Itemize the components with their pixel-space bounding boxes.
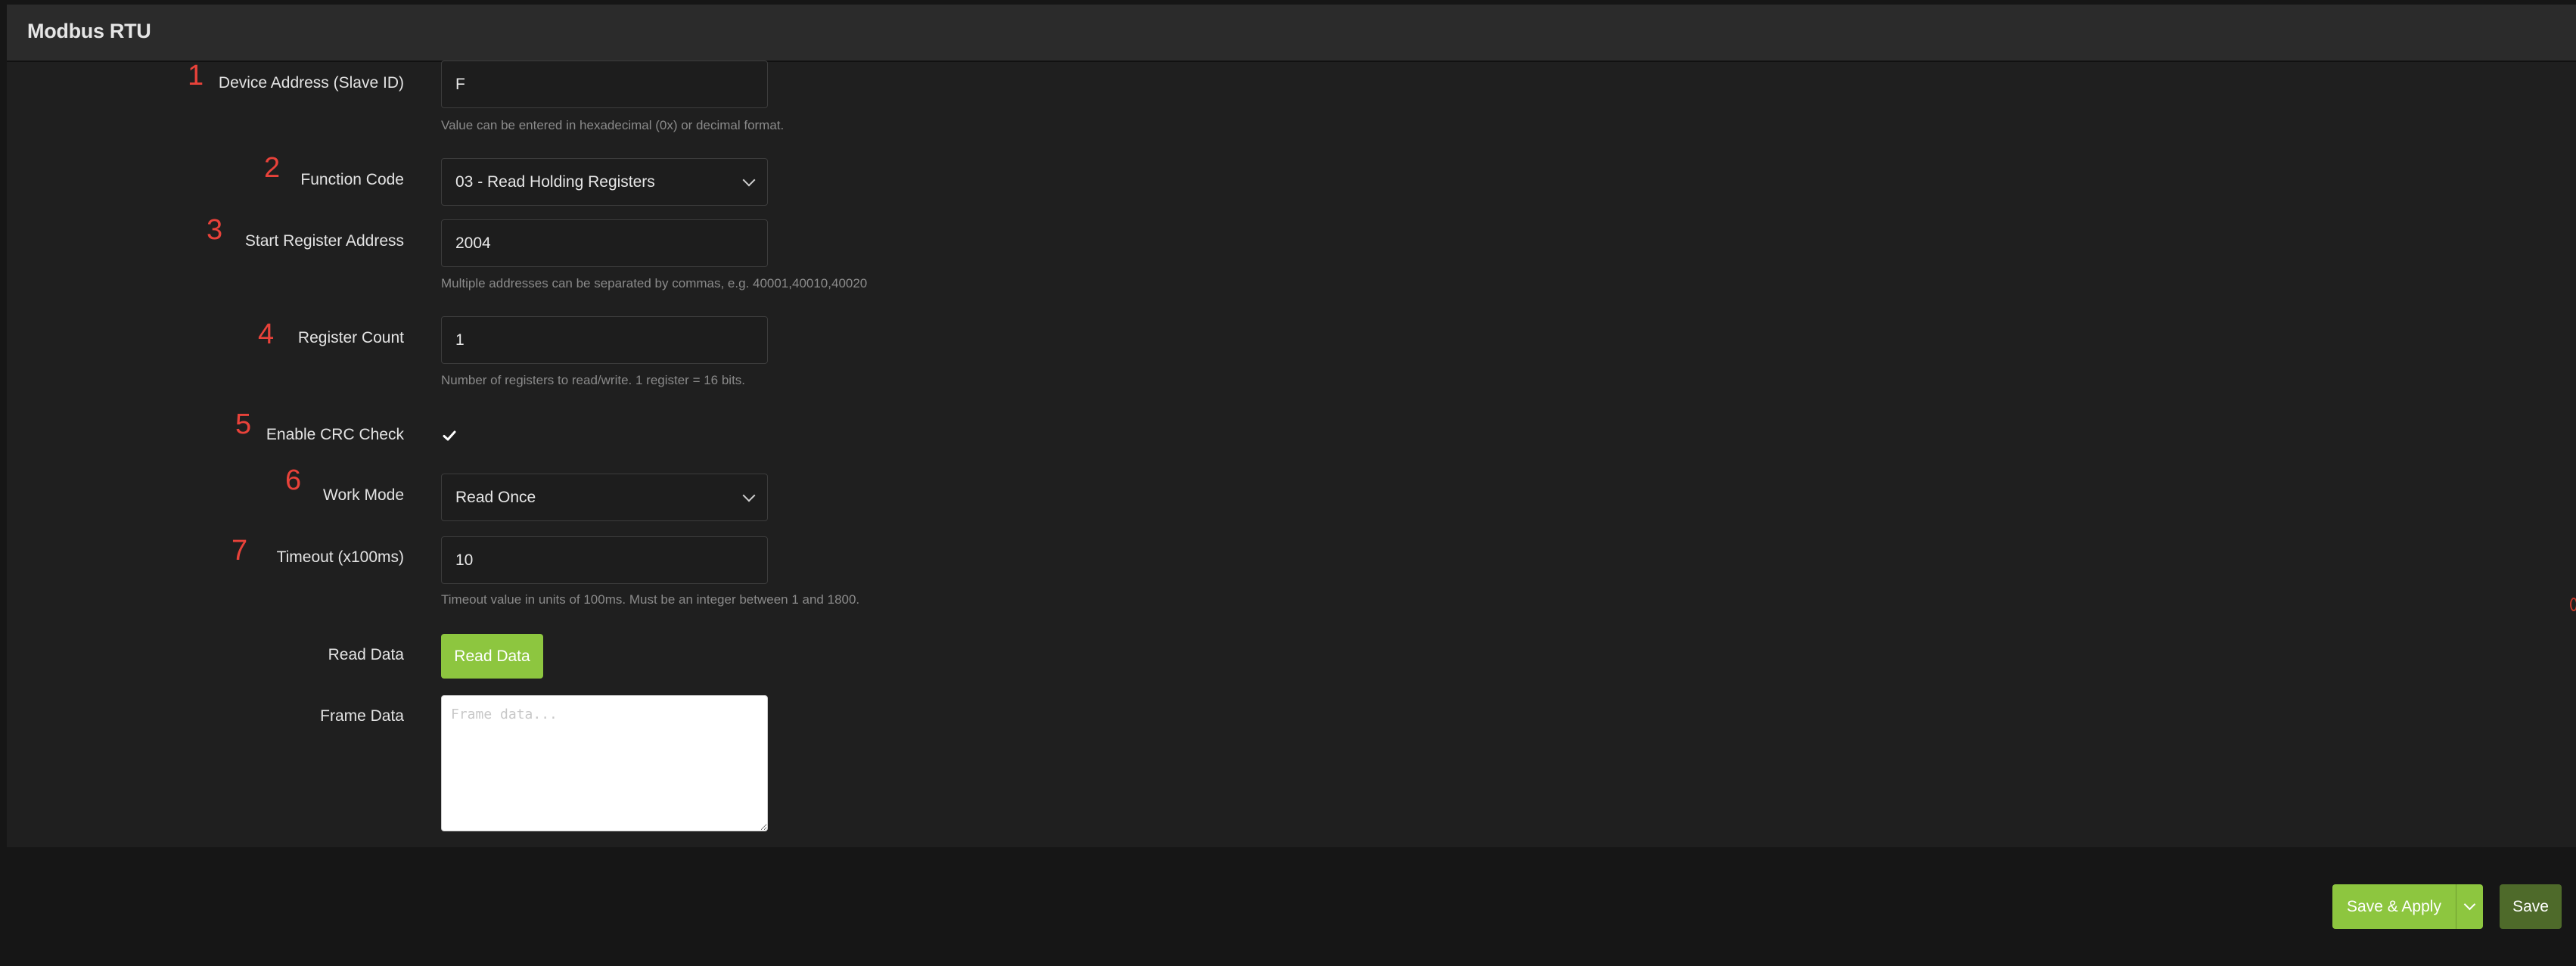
chevron-down-icon <box>2463 898 2476 911</box>
work-mode-label: Work Mode <box>323 486 404 504</box>
start-register-label: Start Register Address <box>244 232 404 250</box>
work-mode-select[interactable]: Read Once <box>441 474 768 521</box>
device-address-label: Device Address (Slave ID) <box>218 74 404 92</box>
read-data-label: Read Data <box>328 646 404 663</box>
save-button[interactable]: Save <box>2500 884 2562 929</box>
frame-data-textarea[interactable] <box>441 695 768 831</box>
panel-header: Modbus RTU <box>7 5 2576 62</box>
marker-4: 4 <box>258 318 275 350</box>
marker-7: 7 <box>231 535 248 567</box>
save-apply-dropdown[interactable] <box>2456 884 2483 929</box>
function-code-value: 03 - Read Holding Registers <box>455 173 655 191</box>
marker-5: 5 <box>235 408 252 440</box>
chevron-down-icon <box>742 173 756 187</box>
read-data-button[interactable]: Read Data <box>441 634 543 679</box>
marker-6: 6 <box>285 464 302 496</box>
register-count-hint: Number of registers to read/write. 1 reg… <box>441 373 746 387</box>
start-register-hint: Multiple addresses can be separated by c… <box>441 276 868 290</box>
crc-check-label: Enable CRC Check <box>266 426 404 443</box>
register-count-label: Register Count <box>297 329 404 346</box>
timeout-input[interactable]: 10 <box>441 536 768 584</box>
device-address-input[interactable]: F <box>441 61 768 108</box>
frame-data-label: Frame Data <box>320 707 404 725</box>
register-count-input[interactable]: 1 <box>441 316 768 364</box>
crc-checkbox[interactable] <box>441 427 458 444</box>
checkmark-icon <box>443 430 456 441</box>
marker-2: 2 <box>264 152 281 184</box>
device-address-hint: Value can be entered in hexadecimal (0x)… <box>441 118 785 132</box>
start-register-input[interactable]: 2004 <box>441 219 768 267</box>
panel-title: Modbus RTU <box>27 20 151 42</box>
chevron-down-icon <box>742 489 756 502</box>
work-mode-value: Read Once <box>455 489 536 506</box>
edge-indicator <box>2570 598 2576 611</box>
marker-3: 3 <box>207 214 223 246</box>
function-code-select[interactable]: 03 - Read Holding Registers <box>441 158 768 206</box>
timeout-hint: Timeout value in units of 100ms. Must be… <box>441 592 860 607</box>
marker-1: 1 <box>188 60 204 92</box>
save-apply-button[interactable]: Save & Apply <box>2332 884 2456 929</box>
function-code-label: Function Code <box>300 171 404 188</box>
timeout-label: Timeout (x100ms) <box>276 548 404 566</box>
